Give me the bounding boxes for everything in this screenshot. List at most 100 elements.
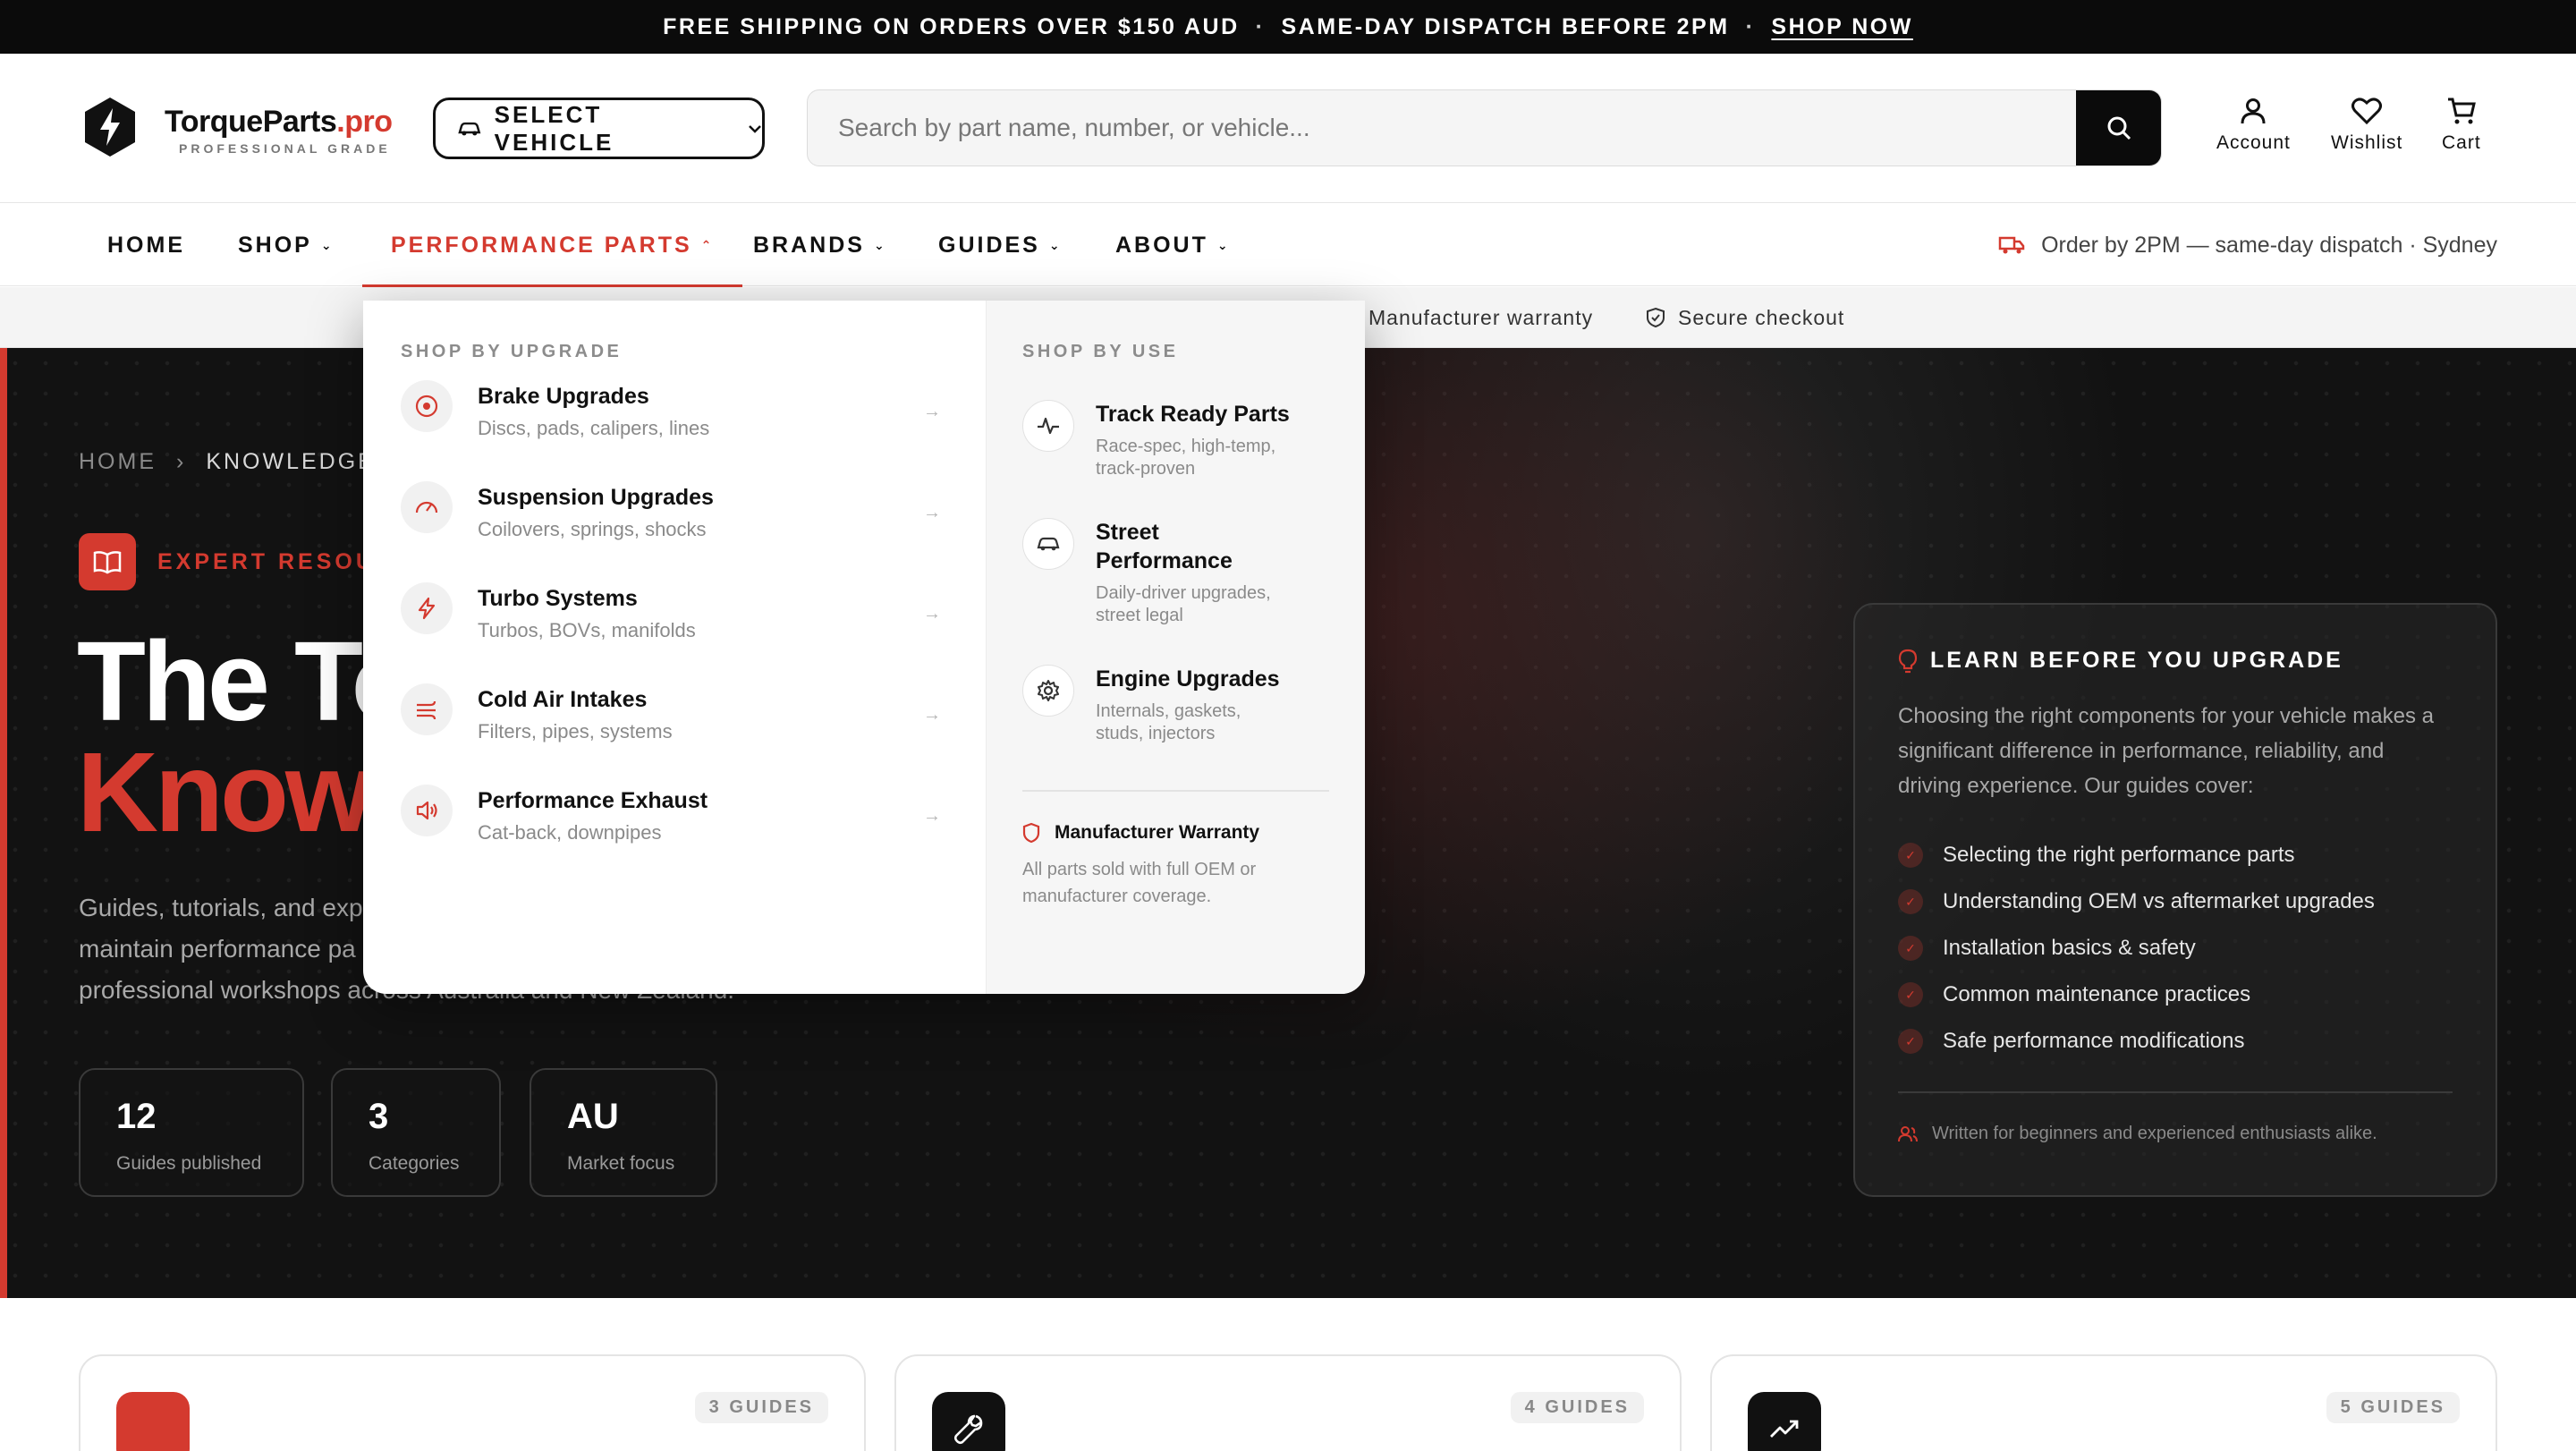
menu-item-street-performance[interactable]: Street Performance Daily-driver upgrades…	[1022, 518, 1329, 627]
divider	[1898, 1091, 2453, 1093]
nav-item-label: PERFORMANCE PARTS	[391, 232, 692, 258]
category-card[interactable]: 3 GUIDES	[79, 1354, 866, 1451]
menu-item-desc: Turbos, BOVs, manifolds	[478, 619, 696, 641]
list-item-label: Selecting the right performance parts	[1943, 843, 2295, 867]
category-card[interactable]: 4 GUIDES	[894, 1354, 1682, 1451]
chevron-down-icon: ⌄	[873, 237, 887, 252]
menu-item-title: Track Ready Parts	[1096, 402, 1290, 427]
select-vehicle-button[interactable]: SELECT VEHICLE	[433, 98, 765, 159]
lightbulb-icon	[1898, 649, 1918, 673]
menu-item-turbo-systems[interactable]: Turbo Systems Turbos, BOVs, manifolds →	[401, 564, 986, 666]
list-item: ✓ Installation basics & safety	[1898, 925, 2453, 972]
nav-item-shop[interactable]: SHOP ⌄	[238, 204, 335, 286]
list-item: ✓ Safe performance modifications	[1898, 1018, 2453, 1065]
menu-item-title: Suspension Upgrades	[478, 485, 714, 510]
brand-name: TorqueParts.pro	[165, 105, 393, 139]
logo-icon[interactable]	[82, 96, 138, 158]
menu-item-title: Cold Air Intakes	[478, 687, 648, 712]
stat-categories: 3 Categories	[331, 1068, 501, 1197]
cart-label: Cart	[2442, 132, 2481, 153]
warranty-title: Manufacturer Warranty	[1055, 822, 1260, 843]
truck-icon	[1998, 236, 2025, 254]
nav-item-performance-parts[interactable]: PERFORMANCE PARTS ⌃	[361, 204, 743, 288]
learn-title: LEARN BEFORE YOU UPGRADE	[1930, 648, 2343, 673]
breadcrumb: HOME › KNOWLEDGE	[79, 449, 376, 475]
dispatch-text: Order by 2PM — same-day dispatch · Sydne…	[2041, 232, 2497, 258]
category-icon	[116, 1392, 190, 1451]
menu-item-title: Performance Exhaust	[478, 788, 708, 813]
brake-disc-icon	[401, 380, 453, 432]
stat-label: Categories	[369, 1153, 460, 1174]
account-button[interactable]: Account	[2216, 97, 2291, 154]
announcement-dispatch: SAME-DAY DISPATCH BEFORE 2PM	[1281, 13, 1730, 39]
dispatch-notice: Order by 2PM — same-day dispatch · Sydne…	[1998, 204, 2497, 286]
chevron-up-icon: ⌃	[700, 237, 715, 252]
wrench-icon	[932, 1392, 1005, 1451]
guide-count-badge: 3 GUIDES	[694, 1392, 828, 1423]
shop-by-use-column: SHOP BY USE Track Ready Parts Race-spec,…	[986, 301, 1365, 994]
menu-item-brake-upgrades[interactable]: Brake Upgrades Discs, pads, calipers, li…	[401, 362, 986, 463]
shop-now-link[interactable]: SHOP NOW	[1771, 14, 1912, 40]
breadcrumb-home[interactable]: HOME	[79, 449, 157, 475]
wishlist-button[interactable]: Wishlist	[2331, 97, 2402, 154]
search-bar	[807, 89, 2162, 166]
list-item: ✓ Common maintenance practices	[1898, 972, 2453, 1018]
menu-item-suspension-upgrades[interactable]: Suspension Upgrades Coilovers, springs, …	[401, 463, 986, 564]
check-icon: ✓	[1898, 982, 1923, 1007]
list-item-label: Understanding OEM vs aftermarket upgrade…	[1943, 889, 2375, 913]
search-icon	[2107, 116, 2131, 140]
shop-by-upgrade-column: SHOP BY UPGRADE Brake Upgrades Discs, pa…	[363, 301, 986, 994]
select-vehicle-label: SELECT VEHICLE	[494, 100, 614, 156]
breadcrumb-current: KNOWLEDGE	[206, 449, 376, 474]
list-item-label: Safe performance modifications	[1943, 1029, 2245, 1053]
check-icon: ✓	[1898, 889, 1923, 914]
menu-item-title: Engine Upgrades	[1096, 666, 1280, 692]
nav-item-brands[interactable]: BRANDS ⌄	[753, 204, 887, 286]
announcement-bar: FREE SHIPPING ON ORDERS OVER $150 AUD · …	[0, 0, 2576, 54]
menu-item-performance-exhaust[interactable]: Performance Exhaust Cat-back, downpipes …	[401, 767, 986, 868]
announcement-shipping: FREE SHIPPING ON ORDERS OVER $150 AUD	[663, 13, 1240, 39]
chevron-down-icon: ⌄	[320, 237, 335, 252]
main-nav: HOME SHOP ⌄ PERFORMANCE PARTS ⌃ BRANDS ⌄…	[0, 204, 2576, 288]
search-input[interactable]	[808, 90, 2076, 165]
announcement-separator: ·	[1255, 13, 1266, 39]
menu-item-desc: Discs, pads, calipers, lines	[478, 417, 710, 439]
menu-item-title: Turbo Systems	[478, 586, 638, 611]
trust-secure-label: Secure checkout	[1678, 305, 1845, 329]
stat-value: 3	[369, 1097, 389, 1136]
airflow-icon	[401, 683, 453, 735]
nav-item-about[interactable]: ABOUT ⌄	[1115, 204, 1231, 286]
list-item: ✓ Selecting the right performance parts	[1898, 832, 2453, 878]
menu-item-engine-upgrades[interactable]: Engine Upgrades Internals, gaskets, stud…	[1022, 665, 1329, 745]
menu-item-cold-air-intakes[interactable]: Cold Air Intakes Filters, pipes, systems…	[401, 666, 986, 767]
account-label: Account	[2216, 132, 2291, 153]
menu-item-desc: Internals, gaskets, studs, injectors	[1096, 701, 1241, 743]
logo[interactable]: TorqueParts.pro PROFESSIONAL GRADE	[165, 105, 393, 156]
trust-warranty: Manufacturer warranty	[1368, 287, 1593, 348]
menu-item-title: Street Performance	[1096, 520, 1233, 573]
chevron-down-icon: ⌄	[1216, 237, 1231, 252]
search-button[interactable]	[2076, 90, 2161, 165]
category-card[interactable]: 5 GUIDES	[1710, 1354, 2497, 1451]
learn-footer-text: Written for beginners and experienced en…	[1932, 1124, 2377, 1143]
nav-item-home[interactable]: HOME	[107, 204, 185, 286]
trust-secure: Secure checkout	[1646, 287, 1844, 348]
menu-item-desc: Coilovers, springs, shocks	[478, 518, 707, 540]
menu-item-desc: Daily-driver upgrades, street legal	[1096, 583, 1271, 625]
stat-value: AU	[567, 1097, 619, 1136]
menu-item-track-ready-parts[interactable]: Track Ready Parts Race-spec, high-temp, …	[1022, 400, 1329, 480]
nav-item-label: GUIDES	[938, 232, 1040, 258]
check-icon: ✓	[1898, 843, 1923, 868]
nav-item-label: SHOP	[238, 232, 312, 258]
stat-market: AU Market focus	[530, 1068, 717, 1197]
stat-guides: 12 Guides published	[79, 1068, 304, 1197]
cart-button[interactable]: Cart	[2442, 97, 2481, 154]
shield-check-icon	[1647, 307, 1665, 328]
list-item: ✓ Understanding OEM vs aftermarket upgrad…	[1898, 878, 2453, 925]
car-icon	[458, 122, 481, 135]
stat-label: Guides published	[116, 1153, 262, 1174]
menu-item-desc: Filters, pipes, systems	[478, 720, 673, 742]
hero-accent-bar	[0, 348, 7, 1298]
nav-item-guides[interactable]: GUIDES ⌄	[938, 204, 1063, 286]
gear-icon	[1022, 665, 1074, 717]
